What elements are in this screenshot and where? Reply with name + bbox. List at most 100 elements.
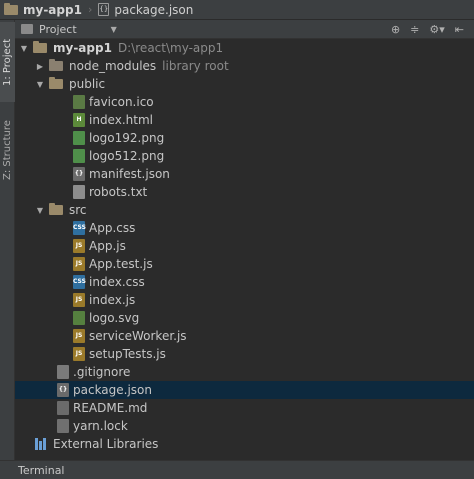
- file-name: serviceWorker.js: [89, 329, 187, 343]
- folder-icon: [33, 41, 47, 53]
- tree-item-file[interactable]: README.md: [15, 399, 474, 417]
- file-name: robots.txt: [89, 185, 148, 199]
- file-name: yarn.lock: [73, 419, 128, 433]
- tree-item-file[interactable]: H index.html: [15, 111, 474, 129]
- gitignore-file-icon: [57, 365, 69, 379]
- file-name: logo.svg: [89, 311, 140, 325]
- file-name: setupTests.js: [89, 347, 166, 361]
- breadcrumb-file[interactable]: {} package.json: [94, 0, 197, 20]
- tab-structure[interactable]: Z: Structure: [0, 110, 15, 190]
- tab-project[interactable]: 1: Project: [0, 22, 15, 102]
- markdown-file-icon: [57, 401, 69, 415]
- tree-item-root[interactable]: ▼ my-app1 D:\react\my-app1: [15, 39, 474, 57]
- file-name: App.test.js: [89, 257, 153, 271]
- tab-terminal[interactable]: Terminal: [18, 464, 65, 477]
- image-file-icon: [73, 131, 85, 145]
- tree-item-file[interactable]: logo512.png: [15, 147, 474, 165]
- root-name: my-app1: [53, 41, 112, 55]
- svg-file-icon: [73, 311, 85, 325]
- root-path: D:\react\my-app1: [117, 41, 224, 55]
- js-file-icon: JS: [73, 329, 85, 343]
- tree-item-file[interactable]: CSS App.css: [15, 219, 474, 237]
- folder-icon: [49, 203, 63, 215]
- breadcrumb-file-label: package.json: [114, 2, 194, 17]
- breadcrumb-project-label: my-app1: [23, 2, 82, 17]
- public-name: public: [69, 77, 106, 91]
- file-name: manifest.json: [89, 167, 170, 181]
- json-file-icon: {}: [98, 3, 110, 16]
- collapse-icon[interactable]: ≑: [410, 23, 419, 36]
- tool-actions: ⊕ ≑ ⚙▾ ⇤: [391, 20, 464, 39]
- left-tool-strip: 1: Project Z: Structure: [0, 20, 15, 460]
- expand-arrow-icon[interactable]: ▼: [19, 44, 29, 53]
- tab-structure-label: Z: Structure: [2, 120, 13, 180]
- json-file-icon: {}: [57, 383, 69, 397]
- library-root-tag: library root: [162, 59, 229, 73]
- project-tree: ▼ my-app1 D:\react\my-app1 ▶ node_module…: [15, 39, 474, 460]
- external-libraries-label: External Libraries: [53, 437, 159, 451]
- file-name: package.json: [73, 383, 153, 397]
- tree-item-file[interactable]: CSS index.css: [15, 273, 474, 291]
- library-icon: [35, 438, 49, 450]
- text-file-icon: [73, 185, 85, 199]
- file-name: .gitignore: [73, 365, 131, 379]
- tree-item-file[interactable]: yarn.lock: [15, 417, 474, 435]
- bottom-tool-strip: Terminal: [0, 460, 474, 479]
- expand-arrow-icon[interactable]: ▼: [35, 80, 45, 89]
- folder-icon: [49, 59, 63, 71]
- navigation-bar: my-app1 › {} package.json: [0, 0, 474, 20]
- view-mode-label: Project: [39, 22, 77, 36]
- file-name: App.css: [89, 221, 136, 235]
- breadcrumb-project[interactable]: my-app1: [0, 0, 86, 20]
- ico-file-icon: [73, 95, 85, 109]
- js-file-icon: JS: [73, 257, 85, 271]
- tree-item-file[interactable]: favicon.ico: [15, 93, 474, 111]
- tree-item-node-modules[interactable]: ▶ node_modules library root: [15, 57, 474, 75]
- image-file-icon: [73, 149, 85, 163]
- project-tool-header: Project ▼ ⊕ ≑ ⚙▾ ⇤: [15, 20, 474, 39]
- js-file-icon: JS: [73, 347, 85, 361]
- node-modules-name: node_modules: [69, 59, 157, 73]
- tree-item-file[interactable]: logo192.png: [15, 129, 474, 147]
- css-file-icon: CSS: [73, 221, 86, 235]
- project-view-icon: [21, 24, 33, 34]
- tree-item-file[interactable]: JS setupTests.js: [15, 345, 474, 363]
- file-name: index.js: [89, 293, 136, 307]
- tree-item-file[interactable]: JS App.test.js: [15, 255, 474, 273]
- file-name: App.js: [89, 239, 126, 253]
- folder-icon: [49, 77, 63, 89]
- gear-icon[interactable]: ⚙▾: [429, 23, 444, 36]
- file-name: index.html: [89, 113, 153, 127]
- json-file-icon: {}: [73, 167, 85, 181]
- tree-scrollbar[interactable]: [466, 41, 472, 451]
- tree-item-file-selected[interactable]: {} package.json: [15, 381, 474, 399]
- target-icon[interactable]: ⊕: [391, 23, 400, 36]
- file-name: logo512.png: [89, 149, 165, 163]
- tree-item-src[interactable]: ▼ src: [15, 201, 474, 219]
- view-mode-dropdown[interactable]: Project ▼: [21, 23, 117, 36]
- folder-icon: [4, 2, 18, 15]
- src-name: src: [69, 203, 87, 217]
- html-file-icon: H: [73, 113, 85, 127]
- tree-item-file[interactable]: {} manifest.json: [15, 165, 474, 183]
- lock-file-icon: [57, 419, 69, 433]
- css-file-icon: CSS: [73, 275, 86, 289]
- tree-item-file[interactable]: JS serviceWorker.js: [15, 327, 474, 345]
- tree-item-file[interactable]: JS App.js: [15, 237, 474, 255]
- chevron-down-icon: ▼: [110, 24, 117, 34]
- tree-item-file[interactable]: robots.txt: [15, 183, 474, 201]
- hide-icon[interactable]: ⇤: [455, 23, 464, 36]
- tree-item-file[interactable]: .gitignore: [15, 363, 474, 381]
- file-name: favicon.ico: [89, 95, 154, 109]
- js-file-icon: JS: [73, 293, 85, 307]
- tree-item-file[interactable]: logo.svg: [15, 309, 474, 327]
- js-file-icon: JS: [73, 239, 85, 253]
- expand-arrow-icon[interactable]: ▼: [35, 206, 45, 215]
- file-name: index.css: [89, 275, 145, 289]
- tree-item-external-libraries[interactable]: External Libraries: [15, 435, 474, 453]
- tree-item-public[interactable]: ▼ public: [15, 75, 474, 93]
- collapse-arrow-icon[interactable]: ▶: [35, 62, 45, 71]
- file-name: logo192.png: [89, 131, 165, 145]
- ide-window: my-app1 › {} package.json 1: Project Z: …: [0, 0, 474, 479]
- tree-item-file[interactable]: JS index.js: [15, 291, 474, 309]
